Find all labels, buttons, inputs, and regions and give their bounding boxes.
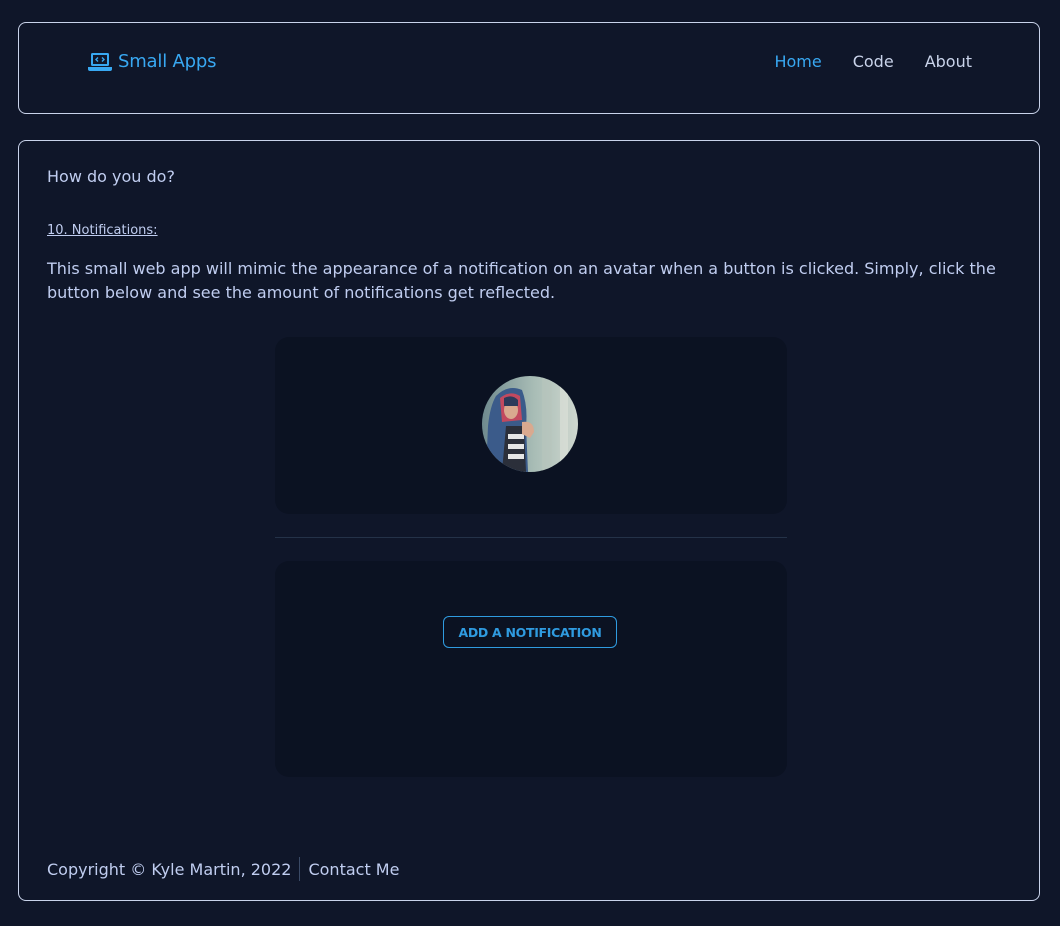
nav-about[interactable]: About [925,52,972,71]
brand-link[interactable]: Small Apps [88,51,216,72]
panel-divider [275,537,787,538]
main-nav: Home Code About [743,52,972,71]
section-title: 10. Notifications: [47,223,158,238]
add-notification-button[interactable]: ADD A NOTIFICATION [443,616,617,648]
avatar [482,376,578,472]
copyright-text: Copyright © Kyle Martin, 2022 [47,859,292,879]
site-header: Small Apps Home Code About [18,22,1040,114]
contact-link[interactable]: Contact Me [308,860,399,879]
footer: Copyright © Kyle Martin, 2022 Contact Me [47,857,399,881]
nav-code[interactable]: Code [853,52,894,71]
laptop-code-icon [88,52,112,71]
button-panel: ADD A NOTIFICATION [275,561,787,777]
main-content: How do you do? 10. Notifications: This s… [18,140,1040,901]
footer-divider [299,857,301,881]
avatar-photo-icon [482,376,578,472]
brand-label: Small Apps [118,51,217,72]
nav-home[interactable]: Home [774,52,821,71]
avatar-panel [275,337,787,514]
app-description: This small web app will mimic the appear… [47,259,996,302]
greeting-text: How do you do? [47,167,175,186]
